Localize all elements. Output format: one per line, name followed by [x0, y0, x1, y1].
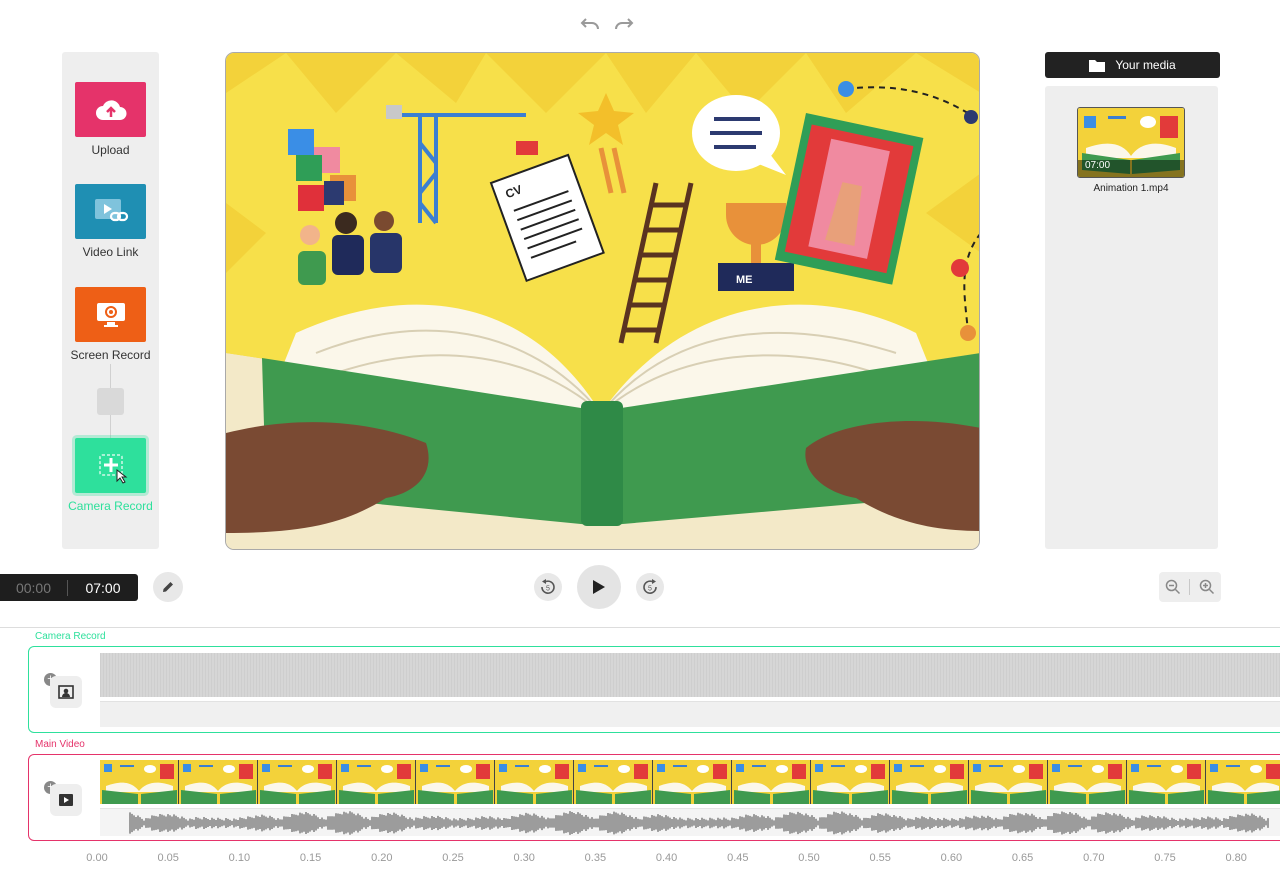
ruler-tick-label: 0.65 [1011, 852, 1034, 864]
undo-icon[interactable] [578, 14, 602, 34]
forward-icon: 5 [643, 579, 657, 594]
filmstrip-frame [416, 760, 495, 804]
zoom-in-icon[interactable] [1196, 576, 1218, 598]
folder-icon [1089, 59, 1106, 72]
timeline-divider [0, 627, 1280, 628]
playback-controls: 5 5 [534, 565, 664, 609]
play-button[interactable] [577, 565, 621, 609]
rewind-seconds: 5 [546, 586, 550, 593]
ruler-tick-label: 0.45 [727, 852, 749, 864]
edit-button[interactable] [153, 572, 183, 602]
main-video-track-label: Main Video [35, 739, 85, 750]
ruler-tick-label: 0.75 [1154, 852, 1176, 864]
total-time: 07:00 [85, 579, 121, 596]
filmstrip-frame [1206, 760, 1280, 804]
ruler-tick-label: 0.25 [442, 852, 464, 864]
camera-record-tile[interactable] [75, 438, 146, 493]
cloud-upload-icon [95, 99, 126, 120]
ruler-tick-label: 0.50 [798, 852, 820, 864]
filmstrip-frame [100, 760, 179, 804]
forward-5-button[interactable]: 5 [636, 573, 664, 601]
camera-audio-lane [100, 701, 1280, 727]
your-media-label: Your media [1115, 58, 1176, 72]
ruler-tick-label: 0.10 [228, 852, 251, 864]
redo-icon[interactable] [612, 14, 636, 34]
history-controls [578, 14, 636, 34]
camera-record-button[interactable]: Camera Record [62, 438, 159, 513]
add-camera-icon [98, 453, 127, 484]
media-library-panel: 07:00 Animation 1.mp4 [1045, 86, 1218, 549]
svg-text:ME: ME [736, 274, 753, 286]
rewind-icon: 5 [541, 579, 555, 594]
video-link-tile[interactable] [75, 184, 146, 239]
filmstrip-frame [969, 760, 1048, 804]
ruler-tick-label: 0.20 [371, 852, 393, 864]
zoom-separator [1189, 579, 1191, 595]
camera-clip[interactable] [100, 653, 1280, 697]
video-preview[interactable]: CV ME [225, 52, 980, 550]
ruler-tick-label: 0.40 [655, 852, 678, 864]
media-duration: 07:00 [1085, 160, 1111, 171]
filmstrip-frame [179, 760, 258, 804]
ruler-tick-label: 0.15 [299, 852, 322, 864]
zoom-out-icon[interactable] [1162, 576, 1184, 598]
video-track-icon[interactable] [50, 784, 82, 816]
monitor-record-icon [96, 302, 125, 327]
pencil-icon [163, 582, 173, 592]
video-link-button[interactable]: Video Link [62, 184, 159, 259]
camera-track-label: Camera Record [35, 631, 106, 642]
ruler-tick-label: 0.55 [869, 852, 891, 864]
ruler-tick-label: 0.30 [513, 852, 535, 864]
your-media-header[interactable]: Your media [1045, 52, 1220, 78]
filmstrip-frame [1048, 760, 1127, 804]
portrait-icon [58, 685, 74, 699]
media-item[interactable]: 07:00 Animation 1.mp4 [1077, 107, 1185, 194]
ruler-tick-label: 0.00 [86, 852, 108, 864]
video-link-icon [94, 198, 128, 221]
screen-record-tile[interactable] [75, 287, 146, 342]
rewind-5-button[interactable]: 5 [534, 573, 562, 601]
recording-tools-panel: Upload Video Link Screen Record Camera R… [62, 52, 159, 549]
zoom-controls [1159, 572, 1221, 602]
ruler-tick-label: 0.70 [1083, 852, 1105, 864]
screen-record-button[interactable]: Screen Record [62, 287, 159, 362]
screen-record-label: Screen Record [70, 348, 151, 362]
empty-slot [97, 388, 124, 415]
filmstrip-frame [732, 760, 811, 804]
ruler-tick-label: 0.05 [157, 852, 179, 864]
video-link-label: Video Link [82, 245, 139, 259]
ruler-tick-label: 0.60 [940, 852, 963, 864]
filmstrip-frame [811, 760, 890, 804]
media-thumbnail[interactable]: 07:00 [1077, 107, 1185, 178]
camera-track-icon[interactable] [50, 676, 82, 708]
filmstrip-frame [890, 760, 969, 804]
forward-seconds: 5 [648, 586, 652, 593]
camera-record-label: Camera Record [68, 499, 153, 513]
upload-button[interactable]: Upload [62, 82, 159, 157]
filmstrip-frame [574, 760, 653, 804]
current-time: 00:00 [0, 579, 68, 596]
timecode-display: 00:00 07:00 [0, 574, 138, 601]
timeline-ruler: 0.00 0.05 0.10 0.15 0.20 0.25 0.30 0.35 0.40 0.45… [0, 848, 1280, 876]
filmstrip-frame [653, 760, 732, 804]
media-filename: Animation 1.mp4 [1093, 183, 1169, 194]
video-editor: Upload Video Link Screen Record Camera R… [0, 0, 1280, 876]
filmstrip-frame [1127, 760, 1206, 804]
video-play-icon [59, 794, 73, 806]
filmstrip-frame [337, 760, 416, 804]
video-filmstrip[interactable] [100, 760, 1280, 804]
upload-tile[interactable] [75, 82, 146, 137]
filmstrip-frame [495, 760, 574, 804]
play-icon [593, 580, 605, 594]
ruler-tick-label: 0.35 [584, 852, 607, 864]
waveform-path [129, 811, 1269, 835]
audio-waveform [100, 808, 1280, 836]
upload-label: Upload [91, 143, 130, 157]
preview-illustration: CV ME [226, 53, 979, 549]
ruler-tick-label: 0.80 [1225, 852, 1247, 864]
filmstrip-frame [258, 760, 337, 804]
